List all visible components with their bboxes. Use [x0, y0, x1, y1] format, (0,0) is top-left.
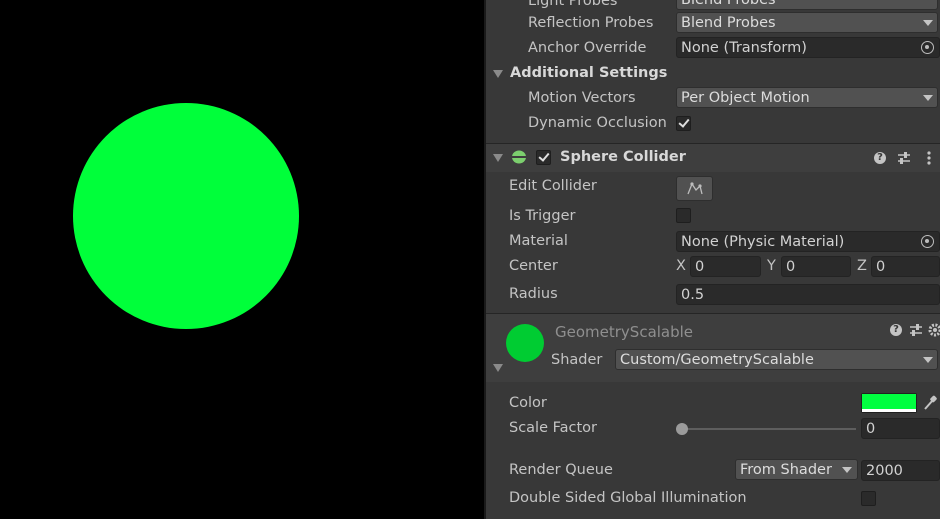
radius-value: 0.5	[681, 287, 705, 303]
checkmark-icon	[678, 116, 690, 128]
render-queue-label: Render Queue	[509, 462, 613, 478]
motion-vectors-value: Per Object Motion	[681, 90, 810, 106]
dynamic-occlusion-label: Dynamic Occlusion	[528, 115, 667, 131]
gear-icon[interactable]	[928, 323, 940, 337]
object-picker-icon[interactable]	[921, 41, 934, 54]
green-sphere	[73, 103, 299, 329]
anchor-override-field[interactable]: None (Transform)	[676, 37, 940, 58]
sphere-collider-header[interactable]: Sphere Collider ?	[486, 144, 940, 172]
scale-factor-field[interactable]: 0	[861, 418, 940, 439]
anchor-override-label: Anchor Override	[528, 40, 647, 56]
eyedropper-icon[interactable]	[923, 395, 937, 411]
chevron-down-icon	[923, 95, 933, 101]
material-preview-sphere	[506, 324, 544, 362]
sphere-collider-icon	[512, 150, 526, 164]
center-label: Center	[509, 258, 558, 274]
color-swatch[interactable]	[861, 393, 917, 413]
edit-collider-label: Edit Collider	[509, 178, 597, 194]
reflection-probes-value: Blend Probes	[681, 15, 776, 31]
sphere-collider-title: Sphere Collider	[560, 149, 686, 165]
foldout-arrow-icon[interactable]	[493, 70, 503, 78]
scale-factor-value: 0	[866, 421, 876, 437]
center-x-value: 0	[695, 259, 705, 275]
material-header[interactable]: GeometryScalable Shader Custom/GeometryS…	[486, 314, 940, 382]
shader-dropdown[interactable]: Custom/GeometryScalable	[615, 349, 938, 370]
chevron-down-icon	[842, 467, 852, 473]
center-y-field[interactable]: 0	[781, 256, 851, 277]
physic-material-field[interactable]: None (Physic Material)	[676, 231, 940, 252]
help-icon[interactable]: ?	[874, 152, 886, 164]
foldout-arrow-icon[interactable]	[493, 154, 503, 162]
center-z-value: 0	[876, 259, 886, 275]
motion-vectors-dropdown[interactable]: Per Object Motion	[676, 87, 938, 108]
double-sided-gi-checkbox[interactable]	[861, 491, 876, 506]
is-trigger-label: Is Trigger	[509, 208, 576, 224]
sphere-collider-enabled-checkbox[interactable]	[536, 150, 551, 165]
foldout-arrow-icon[interactable]	[493, 364, 503, 372]
render-queue-field[interactable]: 2000	[861, 460, 940, 481]
center-x-field[interactable]: 0	[690, 256, 761, 277]
reflection-probes-label: Reflection Probes	[528, 15, 654, 31]
scene-viewport[interactable]	[0, 0, 484, 519]
shader-label: Shader	[551, 352, 603, 368]
object-picker-icon[interactable]	[921, 235, 934, 248]
additional-settings-foldout[interactable]: Additional Settings	[510, 65, 667, 81]
center-z-field[interactable]: 0	[871, 256, 940, 277]
kebab-menu-icon[interactable]	[926, 150, 932, 166]
render-queue-value: 2000	[866, 463, 903, 479]
color-label: Color	[509, 395, 547, 411]
material-label: Material	[509, 233, 568, 249]
alpha-bar	[862, 409, 916, 412]
checkmark-icon	[538, 150, 550, 162]
radius-label: Radius	[509, 286, 558, 302]
light-probes-label: Light Probes	[528, 0, 618, 9]
center-x-label[interactable]: X	[676, 258, 686, 274]
physic-material-value: None (Physic Material)	[681, 234, 845, 250]
scale-factor-label: Scale Factor	[509, 420, 598, 436]
chevron-down-icon	[923, 357, 933, 363]
center-y-label[interactable]: Y	[767, 258, 776, 274]
light-probes-dropdown[interactable]: Blend Probes	[676, 0, 938, 10]
render-queue-mode-value: From Shader	[740, 462, 832, 478]
dynamic-occlusion-checkbox[interactable]	[676, 116, 691, 131]
light-probes-value: Blend Probes	[681, 0, 776, 8]
color-swatch-fill	[862, 394, 916, 409]
chevron-down-icon	[923, 20, 933, 26]
preset-icon[interactable]	[897, 151, 911, 165]
edit-collider-icon	[687, 182, 703, 195]
reflection-probes-dropdown[interactable]: Blend Probes	[676, 12, 938, 33]
scale-factor-slider-thumb[interactable]	[676, 423, 688, 435]
inspector-panel: Light Probes Blend Probes Reflection Pro…	[486, 0, 940, 519]
anchor-override-value: None (Transform)	[681, 40, 807, 56]
center-z-label[interactable]: Z	[857, 258, 867, 274]
is-trigger-checkbox[interactable]	[676, 208, 691, 223]
render-queue-mode-dropdown[interactable]: From Shader	[735, 459, 858, 480]
preset-icon[interactable]	[909, 323, 923, 337]
radius-field[interactable]: 0.5	[676, 284, 940, 305]
material-name: GeometryScalable	[555, 323, 694, 341]
center-y-value: 0	[786, 259, 796, 275]
scale-factor-slider-track[interactable]	[682, 428, 856, 430]
motion-vectors-label: Motion Vectors	[528, 90, 636, 106]
double-sided-gi-label: Double Sided Global Illumination	[509, 490, 747, 506]
help-icon[interactable]: ?	[890, 324, 902, 336]
shader-value: Custom/GeometryScalable	[620, 352, 814, 368]
edit-collider-button[interactable]	[676, 176, 713, 201]
